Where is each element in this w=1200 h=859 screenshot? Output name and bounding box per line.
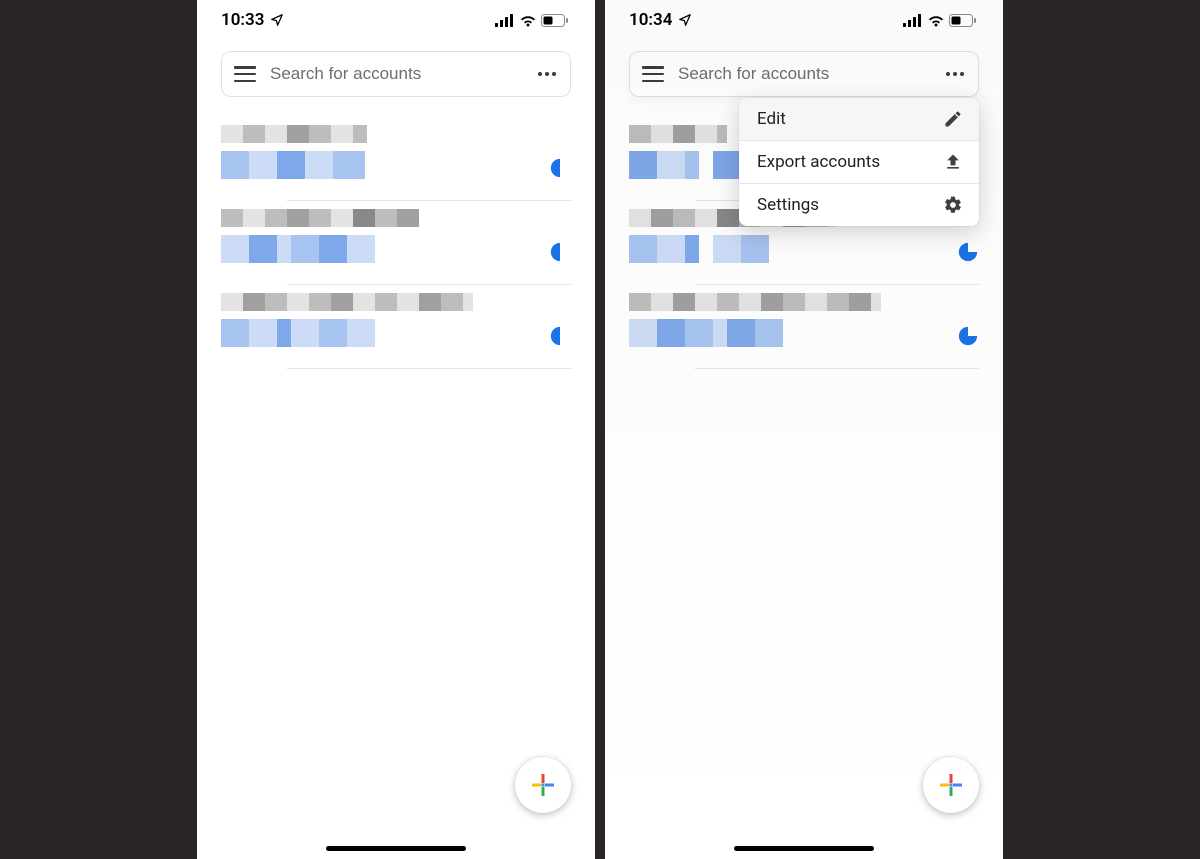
- pencil-icon: [943, 109, 963, 129]
- account-row[interactable]: [605, 285, 1003, 369]
- location-arrow-icon: [678, 13, 692, 27]
- more-options-button[interactable]: [942, 66, 968, 82]
- status-bar: 10:33: [197, 0, 595, 40]
- search-input[interactable]: [678, 64, 942, 84]
- status-time-group: 10:33: [221, 10, 284, 30]
- account-code-redacted: [221, 319, 571, 347]
- google-plus-icon: [530, 772, 556, 798]
- google-plus-icon: [938, 772, 964, 798]
- account-name-redacted: [221, 209, 571, 227]
- home-indicator[interactable]: [326, 846, 466, 851]
- account-name-redacted: [221, 293, 571, 311]
- phone-screenshot-right: 10:34: [605, 0, 1003, 859]
- add-account-fab[interactable]: [515, 757, 571, 813]
- overflow-menu: Edit Export accounts Settings: [739, 98, 979, 226]
- status-indicators: [903, 14, 977, 27]
- account-row[interactable]: [197, 285, 595, 369]
- accounts-list: [197, 117, 595, 369]
- menu-item-settings[interactable]: Settings: [739, 184, 979, 226]
- cellular-signal-icon: [495, 14, 515, 27]
- menu-item-label: Edit: [757, 109, 786, 129]
- battery-icon: [541, 14, 569, 27]
- upload-icon: [943, 152, 963, 172]
- battery-icon: [949, 14, 977, 27]
- more-options-button[interactable]: [534, 66, 560, 82]
- account-name-redacted: [221, 125, 571, 143]
- wifi-icon: [927, 14, 945, 27]
- cellular-signal-icon: [903, 14, 923, 27]
- status-time-group: 10:34: [629, 10, 692, 30]
- hamburger-menu-icon[interactable]: [234, 66, 256, 82]
- menu-item-edit[interactable]: Edit: [739, 98, 979, 141]
- timer-pie-icon: [549, 325, 571, 347]
- account-code-redacted: [629, 319, 979, 347]
- gear-icon: [943, 195, 963, 215]
- status-time: 10:34: [629, 10, 672, 30]
- menu-item-label: Export accounts: [757, 152, 880, 172]
- account-row[interactable]: [197, 117, 595, 201]
- account-code-redacted: [221, 151, 571, 179]
- location-arrow-icon: [270, 13, 284, 27]
- timer-pie-icon: [549, 241, 571, 263]
- timer-pie-icon: [549, 157, 571, 179]
- phone-screenshot-left: 10:33: [197, 0, 595, 859]
- status-time: 10:33: [221, 10, 264, 30]
- home-indicator[interactable]: [734, 846, 874, 851]
- account-row[interactable]: [197, 201, 595, 285]
- account-code-redacted: [221, 235, 571, 263]
- wifi-icon: [519, 14, 537, 27]
- status-bar: 10:34: [605, 0, 1003, 40]
- add-account-fab[interactable]: [923, 757, 979, 813]
- account-code-redacted: [629, 235, 979, 263]
- status-indicators: [495, 14, 569, 27]
- account-name-redacted: [629, 293, 979, 311]
- menu-item-export[interactable]: Export accounts: [739, 141, 979, 184]
- timer-pie-icon: [957, 325, 979, 347]
- search-bar[interactable]: [221, 51, 571, 97]
- hamburger-menu-icon[interactable]: [642, 66, 664, 82]
- menu-item-label: Settings: [757, 195, 819, 215]
- search-bar[interactable]: [629, 51, 979, 97]
- search-input[interactable]: [270, 64, 534, 84]
- timer-pie-icon: [957, 241, 979, 263]
